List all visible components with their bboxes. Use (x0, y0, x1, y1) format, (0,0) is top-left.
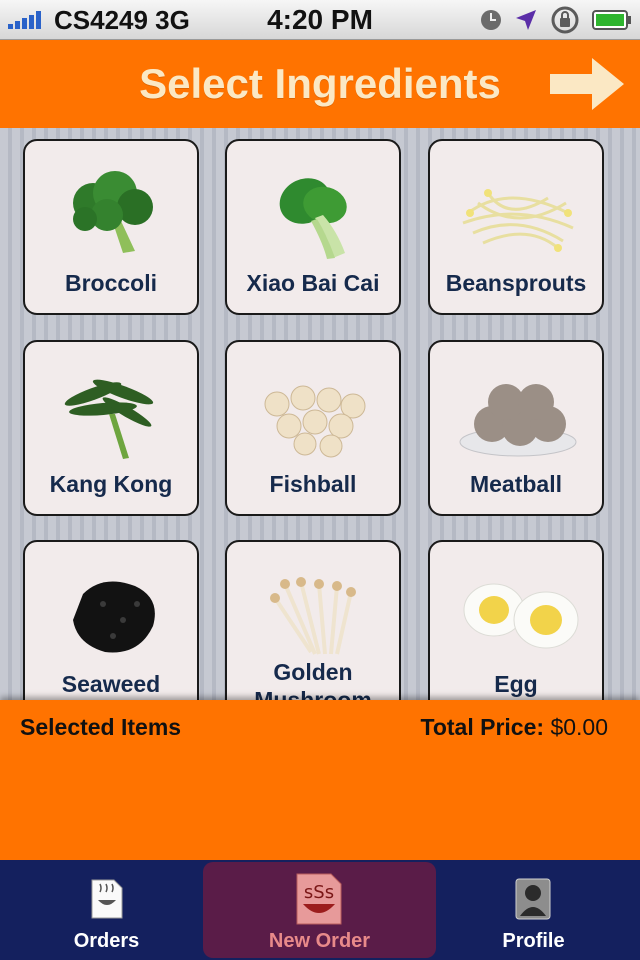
broccoli-image (73, 171, 153, 253)
ingredient-label: Seaweed (61, 671, 161, 697)
ingredient-tile-fishball[interactable]: Fishball (225, 340, 401, 516)
clock-icon (481, 10, 501, 30)
ingredient-label: Fishball (269, 471, 357, 497)
ingredient-tile-kang-kong[interactable]: Kang Kong (23, 340, 199, 516)
ingredient-tile-broccoli[interactable]: Broccoli (23, 139, 199, 315)
ingredient-label: Broccoli (64, 270, 158, 296)
tab-label: New Order (268, 930, 371, 952)
ingredient-label: Beansprouts (445, 270, 587, 296)
ingredient-label: Kang Kong (49, 471, 173, 497)
new-order-icon: sSs (296, 873, 342, 925)
ingredient-tile-golden-mushroom[interactable]: Golden Mushroom (225, 540, 401, 700)
ingredient-tile-beansprouts[interactable]: Beansprouts (428, 139, 604, 315)
ingredient-label: Xiao Bai Cai (246, 270, 380, 296)
fishball-image (264, 385, 366, 458)
svg-text:sSs: sSs (304, 882, 334, 903)
right-arrow-icon[interactable] (548, 56, 626, 112)
bok-choy-image (279, 178, 347, 259)
tab-orders[interactable]: Orders (0, 860, 213, 960)
orders-icon (91, 879, 123, 919)
rotation-lock-icon (551, 6, 579, 34)
ingredient-label: Egg (494, 671, 538, 697)
status-bar: CS4249 3G 4:20 PM (0, 0, 640, 40)
beansprouts-image (462, 189, 574, 252)
tab-label: Profile (502, 930, 565, 952)
ingredient-label: Meatball (469, 471, 563, 497)
ingredient-tile-meatball[interactable]: Meatball (428, 340, 604, 516)
profile-icon (515, 878, 551, 920)
golden-mushroom-image (270, 577, 356, 655)
page-title: Select Ingredients (139, 60, 501, 107)
ingredient-tile-seaweed[interactable]: Seaweed (23, 540, 199, 700)
ingredient-grid: Broccoli Xiao Bai Cai Beansprouts Kang K… (0, 128, 640, 700)
kang-kong-image (64, 379, 154, 459)
seaweed-image (73, 581, 155, 653)
tab-bar: Orders sSs New Order Profile (0, 860, 640, 960)
status-icons (480, 6, 632, 34)
selected-items-panel: Selected Items Total Price: $0.00 (0, 700, 640, 860)
ingredient-tile-egg[interactable]: Egg (428, 540, 604, 700)
total-price-value: $0.00 (550, 714, 608, 740)
tab-label: Orders (73, 930, 140, 952)
egg-image (463, 583, 579, 649)
tab-profile[interactable]: Profile (427, 860, 640, 960)
selected-items-heading: Selected Items (20, 714, 182, 740)
tab-new-order[interactable]: sSs New Order (203, 862, 436, 958)
location-icon (516, 10, 536, 30)
battery-icon (592, 10, 631, 30)
meatball-image (459, 384, 577, 457)
header: Select Ingredients (0, 40, 640, 128)
ingredient-tile-xiao-bai-cai[interactable]: Xiao Bai Cai (225, 139, 401, 315)
total-price: Total Price: $0.00 (421, 714, 609, 741)
total-price-label: Total Price: (420, 714, 545, 740)
ingredient-label: Golden Mushroom (254, 659, 372, 700)
